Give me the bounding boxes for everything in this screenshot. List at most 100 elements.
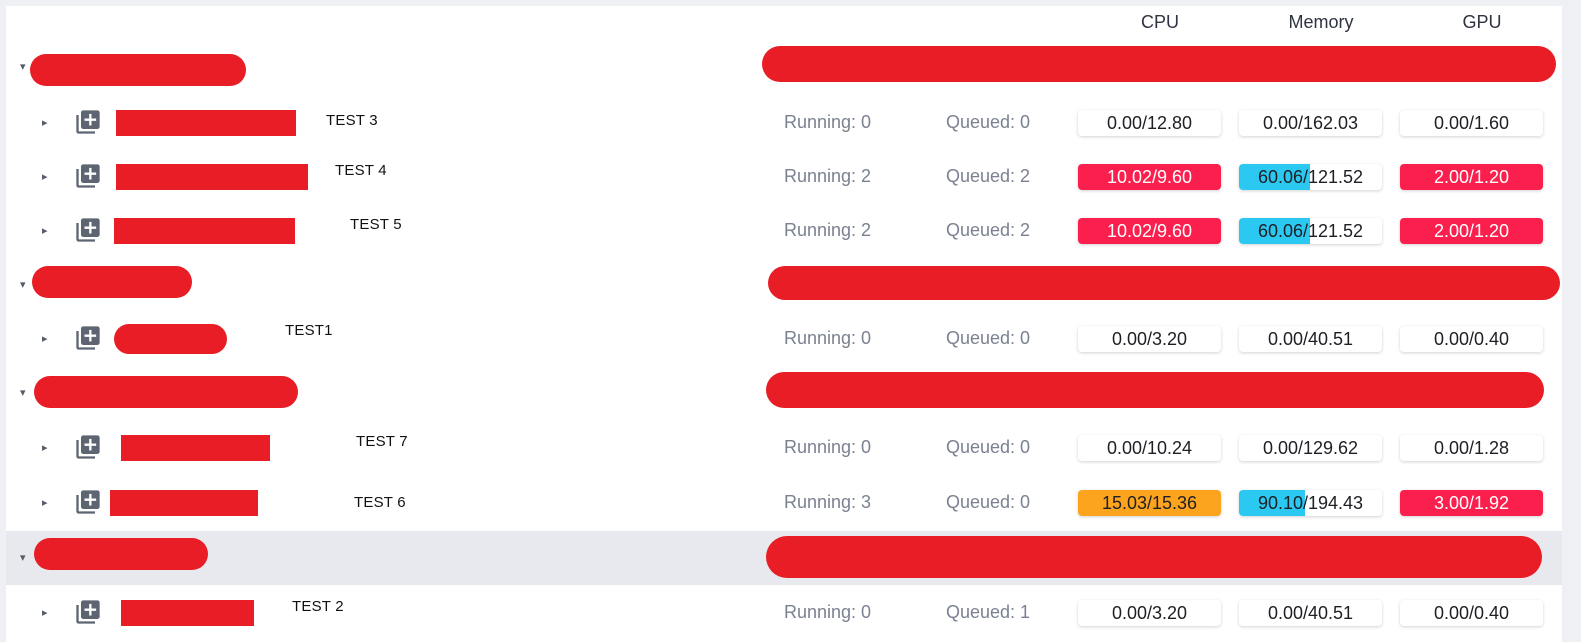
- gpu-usage-text: 0.00/0.40: [1433, 329, 1510, 349]
- redacted-group-name: [30, 54, 246, 86]
- queue-row[interactable]: ▸ TEST 7 Running: 0 Queued: 0 0.00/10.24 0.0…: [6, 421, 1562, 475]
- queue-row[interactable]: ▸ TEST 5 Running: 2 Queued: 2 10.02/9.60 60.…: [6, 204, 1562, 258]
- cpu-usage-bar: 0.00/3.20: [1078, 326, 1221, 352]
- gpu-usage-text: 0.00/1.28: [1433, 438, 1510, 458]
- cpu-usage-bar: 0.00/3.20: [1078, 600, 1221, 626]
- queue-label: TEST 3: [326, 112, 378, 129]
- caret-down-icon[interactable]: ▾: [20, 386, 26, 399]
- redacted-group-name: [34, 538, 208, 570]
- redacted-queue-name: [121, 435, 270, 461]
- queue-row[interactable]: ▸ TEST 3 Running: 0 Queued: 0 0.00/12.80 0.0…: [6, 96, 1562, 150]
- mem-usage-text: 0.00/129.62: [1262, 438, 1359, 458]
- cpu-usage-text: 15.03/15.36: [1101, 493, 1198, 513]
- caret-right-icon[interactable]: ▸: [42, 496, 48, 509]
- mem-usage-bar: 0.00/129.62: [1239, 435, 1382, 461]
- mem-usage-bar: 0.00/40.51: [1239, 600, 1382, 626]
- running-count: Running: 3: [784, 492, 872, 512]
- redacted-group-stats: [766, 536, 1542, 578]
- queued-count: Queued: 0: [946, 328, 1031, 348]
- redacted-group-stats: [768, 266, 1560, 300]
- cpu-usage-bar: 0.00/10.24: [1078, 435, 1221, 461]
- redacted-group-stats: [766, 372, 1544, 408]
- gpu-usage-text: 0.00/1.60: [1433, 113, 1510, 133]
- mem-usage-text: 60.06/121.52: [1257, 221, 1364, 241]
- queue-add-icon[interactable]: [74, 598, 102, 626]
- mem-usage-bar: 60.06/121.52: [1239, 218, 1382, 244]
- redacted-queue-name: [114, 218, 295, 244]
- queue-label: TEST1: [285, 322, 333, 339]
- mem-usage-bar: 60.06/121.52: [1239, 164, 1382, 190]
- gpu-usage-bar: 2.00/1.20: [1400, 218, 1543, 244]
- queued-count: Queued: 2: [946, 220, 1031, 240]
- running-count: Running: 0: [784, 602, 872, 622]
- caret-right-icon[interactable]: ▸: [42, 170, 48, 183]
- caret-right-icon[interactable]: ▸: [42, 606, 48, 619]
- cpu-usage-text: 0.00/10.24: [1106, 438, 1193, 458]
- gpu-column-header: GPU: [1462, 12, 1502, 32]
- running-count: Running: 0: [784, 328, 872, 348]
- mem-usage-bar: 0.00/40.51: [1239, 326, 1382, 352]
- queue-row[interactable]: ▸ TEST 6 Running: 3 Queued: 0 15.03/15.36 90…: [6, 476, 1562, 530]
- queued-count: Queued: 0: [946, 112, 1031, 132]
- gpu-usage-bar: 3.00/1.92: [1400, 490, 1543, 516]
- caret-down-icon[interactable]: ▾: [20, 60, 26, 73]
- gpu-usage-bar: 0.00/0.40: [1400, 600, 1543, 626]
- queued-count: Queued: 0: [946, 492, 1031, 512]
- running-count: Running: 0: [784, 437, 872, 457]
- mem-usage-text: 0.00/40.51: [1267, 329, 1354, 349]
- gpu-usage-bar: 0.00/1.28: [1400, 435, 1543, 461]
- queue-add-icon[interactable]: [74, 488, 102, 516]
- cpu-usage-text: 0.00/3.20: [1111, 329, 1188, 349]
- cpu-usage-text: 10.02/9.60: [1106, 221, 1193, 241]
- caret-down-icon[interactable]: ▾: [20, 551, 26, 564]
- gpu-usage-text: 0.00/0.40: [1433, 603, 1510, 623]
- cpu-usage-text: 0.00/3.20: [1111, 603, 1188, 623]
- queued-count: Queued: 1: [946, 602, 1031, 622]
- queue-label: TEST 2: [292, 598, 344, 615]
- cpu-usage-bar: 10.02/9.60: [1078, 164, 1221, 190]
- mem-usage-bar: 90.10/194.43: [1239, 490, 1382, 516]
- redacted-queue-name: [110, 490, 258, 516]
- gpu-usage-text: 2.00/1.20: [1433, 167, 1510, 187]
- mem-usage-text: 90.10/194.43: [1257, 493, 1364, 513]
- mem-usage-text: 60.06/121.52: [1257, 167, 1364, 187]
- gpu-usage-bar: 0.00/1.60: [1400, 110, 1543, 136]
- redacted-group-name: [32, 266, 192, 298]
- caret-right-icon[interactable]: ▸: [42, 116, 48, 129]
- redacted-queue-name: [116, 110, 296, 136]
- queue-label: TEST 5: [350, 216, 402, 233]
- queue-label: TEST 6: [354, 494, 406, 511]
- gpu-usage-text: 2.00/1.20: [1433, 221, 1510, 241]
- redacted-group-stats: [762, 46, 1556, 82]
- queue-label: TEST 4: [335, 162, 387, 179]
- cpu-usage-text: 0.00/12.80: [1106, 113, 1193, 133]
- queued-count: Queued: 2: [946, 166, 1031, 186]
- cpu-usage-bar: 15.03/15.36: [1078, 490, 1221, 516]
- queue-add-icon[interactable]: [74, 162, 102, 190]
- gpu-usage-text: 3.00/1.92: [1433, 493, 1510, 513]
- caret-right-icon[interactable]: ▸: [42, 332, 48, 345]
- running-count: Running: 2: [784, 220, 872, 240]
- queued-count: Queued: 0: [946, 437, 1031, 457]
- caret-down-icon[interactable]: ▾: [20, 278, 26, 291]
- caret-right-icon[interactable]: ▸: [42, 224, 48, 237]
- queue-add-icon[interactable]: [74, 324, 102, 352]
- redacted-queue-name: [116, 164, 308, 190]
- queue-add-icon[interactable]: [74, 216, 102, 244]
- queue-row[interactable]: ▸ TEST1 Running: 0 Queued: 0 0.00/3.20 0.00/…: [6, 312, 1562, 366]
- cpu-usage-bar: 10.02/9.60: [1078, 218, 1221, 244]
- queue-add-icon[interactable]: [74, 433, 102, 461]
- redacted-group-name: [34, 376, 298, 408]
- cpu-usage-bar: 0.00/12.80: [1078, 110, 1221, 136]
- gpu-usage-bar: 0.00/0.40: [1400, 326, 1543, 352]
- cpu-column-header: CPU: [1140, 12, 1179, 32]
- memory-column-header: Memory: [1288, 12, 1354, 32]
- queue-row[interactable]: ▸ TEST 2 Running: 0 Queued: 1 0.00/3.20 0.00…: [6, 586, 1562, 640]
- running-count: Running: 0: [784, 112, 872, 132]
- cpu-usage-text: 10.02/9.60: [1106, 167, 1193, 187]
- gpu-usage-bar: 2.00/1.20: [1400, 164, 1543, 190]
- caret-right-icon[interactable]: ▸: [42, 441, 48, 454]
- queue-row[interactable]: ▸ TEST 4 Running: 2 Queued: 2 10.02/9.60 60.…: [6, 150, 1562, 204]
- queue-add-icon[interactable]: [74, 108, 102, 136]
- running-count: Running: 2: [784, 166, 872, 186]
